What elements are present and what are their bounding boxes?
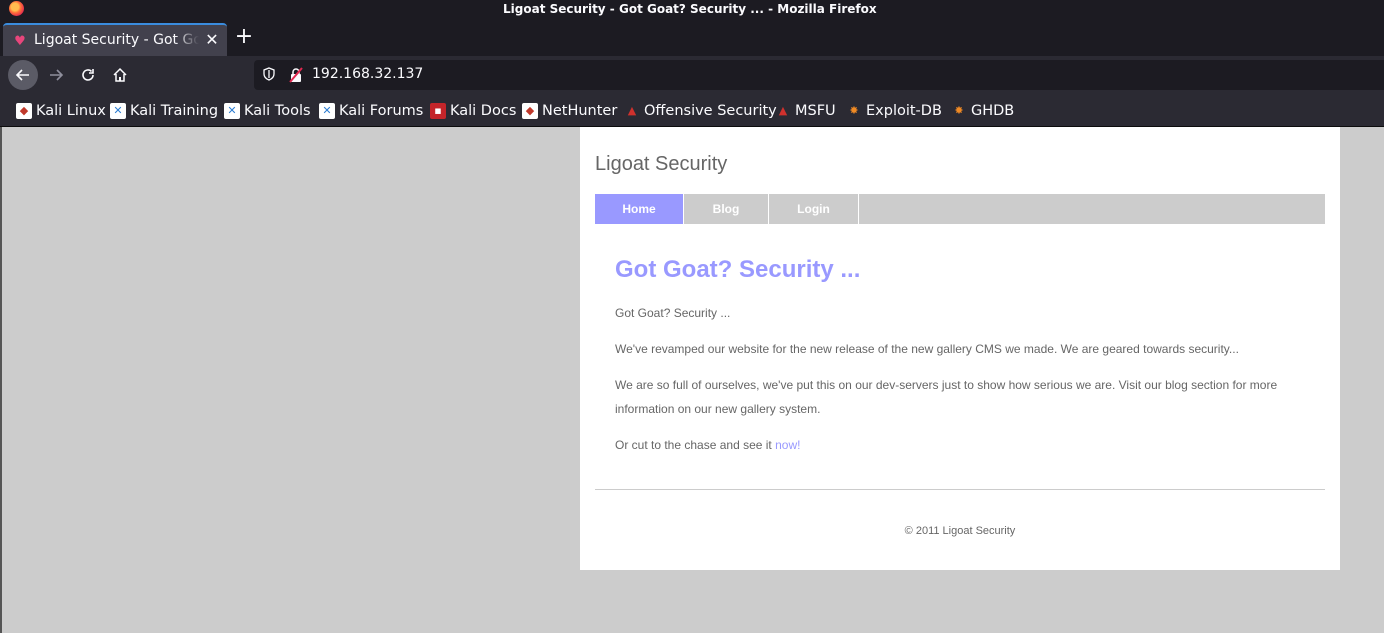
reload-icon: [82, 69, 94, 81]
footer-divider: [595, 489, 1325, 490]
msfu-icon: ▲: [778, 104, 788, 117]
bookmark-kali-tools[interactable]: ✕ Kali Tools: [224, 101, 311, 121]
post-paragraph: We've revamped our website for the new r…: [615, 342, 1239, 356]
tab-active[interactable]: ♥ Ligoat Security - Got Goat? Security .…: [3, 23, 227, 56]
bookmark-offensive-security[interactable]: ▲ Offensive Security: [624, 101, 777, 121]
bookmark-label: MSFU: [795, 103, 836, 119]
cta-text: Or cut to the chase and see it: [615, 438, 776, 452]
close-icon[interactable]: ✕: [202, 30, 222, 50]
site-title: Ligoat Security: [595, 153, 728, 175]
kali-training-icon: ✕: [110, 103, 126, 119]
kali-tools-icon: ✕: [224, 103, 240, 119]
menu-item-login[interactable]: Login: [769, 194, 859, 224]
bookmark-kali-linux[interactable]: ◆ Kali Linux: [16, 101, 106, 121]
exploitdb-icon: ✸: [849, 104, 859, 117]
bookmark-kali-docs[interactable]: ▪ Kali Docs: [430, 101, 516, 121]
bookmark-label: Kali Linux: [36, 103, 106, 119]
page-viewport: Ligoat Security Home Blog Login Got Goat…: [0, 127, 1384, 633]
bookmark-exploit-db[interactable]: ✸ Exploit-DB: [846, 101, 942, 121]
bookmark-label: Exploit-DB: [866, 103, 942, 119]
post-title: Got Goat? Security ...: [615, 256, 861, 283]
insecure-lock-icon[interactable]: [288, 67, 304, 83]
tab-title: Ligoat Security - Got Goat? Security ...: [34, 32, 199, 48]
bookmark-ghdb[interactable]: ✸ GHDB: [951, 101, 1014, 121]
offsec-icon: ▲: [627, 104, 637, 117]
bookmark-label: GHDB: [971, 103, 1015, 119]
cta-paragraph: Or cut to the chase and see it now!: [615, 433, 1305, 457]
kali-docs-icon: ▪: [430, 103, 446, 119]
bookmark-msfu[interactable]: ▲ MSFU: [775, 101, 836, 121]
bookmark-kali-forums[interactable]: ✕ Kali Forums: [319, 101, 423, 121]
kali-forums-icon: ✕: [319, 103, 335, 119]
tab-strip: ♥ Ligoat Security - Got Goat? Security .…: [0, 20, 1384, 56]
back-button[interactable]: [8, 60, 38, 90]
bookmark-label: Kali Training: [130, 103, 219, 119]
navigation-toolbar: 192.168.32.137: [0, 56, 1384, 94]
new-tab-button[interactable]: +: [232, 26, 256, 50]
bookmark-label: Kali Docs: [450, 103, 517, 119]
nethunter-icon: ◆: [522, 103, 538, 119]
post-paragraph: We are so full of ourselves, we've put t…: [615, 378, 1278, 416]
main-menu: Home Blog Login: [595, 194, 1325, 224]
footer-copyright: © 2011 Ligoat Security: [904, 525, 1016, 537]
kali-dragon-icon: ◆: [16, 103, 32, 119]
menu-item-home[interactable]: Home: [595, 194, 684, 224]
now-link[interactable]: now!: [775, 438, 800, 452]
ghdb-icon: ✸: [954, 104, 964, 117]
arrow-left-icon: [15, 69, 29, 81]
page-container: Ligoat Security Home Blog Login Got Goat…: [580, 127, 1340, 570]
bookmarks-toolbar: ◆ Kali Linux ✕ Kali Training ✕ Kali Tool…: [0, 94, 1384, 127]
post-paragraph: Got Goat? Security ...: [615, 306, 731, 320]
bookmark-label: NetHunter: [542, 103, 618, 119]
bookmark-nethunter[interactable]: ◆ NetHunter: [522, 101, 617, 121]
bookmark-label: Kali Forums: [339, 103, 424, 119]
url-text[interactable]: 192.168.32.137: [312, 66, 423, 82]
bookmark-kali-training[interactable]: ✕ Kali Training: [110, 101, 218, 121]
arrow-right-icon: [50, 69, 64, 81]
home-button[interactable]: [105, 60, 135, 90]
goat-favicon-icon: ♥: [14, 34, 26, 49]
home-icon: [113, 67, 127, 82]
bookmark-label: Offensive Security: [644, 103, 777, 119]
menu-item-blog[interactable]: Blog: [684, 194, 769, 224]
url-bar[interactable]: 192.168.32.137: [254, 60, 1384, 90]
forward-button[interactable]: [41, 60, 71, 90]
window-title: Ligoat Security - Got Goat? Security ...…: [503, 2, 877, 16]
bookmark-label: Kali Tools: [244, 103, 311, 119]
tracking-shield-icon[interactable]: [262, 67, 276, 83]
window-titlebar: Ligoat Security - Got Goat? Security ...…: [0, 0, 1384, 20]
reload-button[interactable]: [73, 60, 103, 90]
